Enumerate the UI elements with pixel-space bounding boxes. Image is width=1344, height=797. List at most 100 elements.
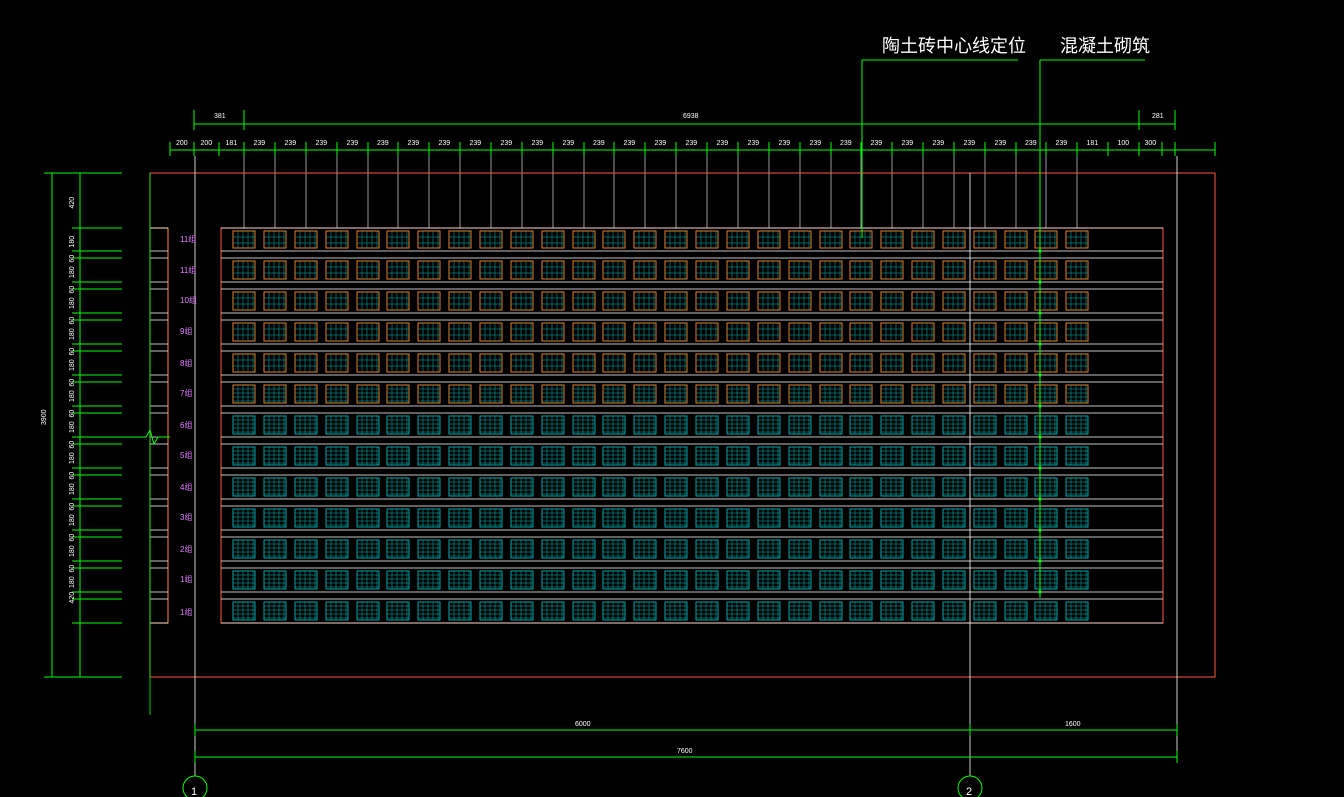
brick-cell: [819, 353, 843, 373]
brick-cell: [1065, 570, 1089, 590]
annotation-clay-brick-centerline: 陶土砖中心线定位: [861, 36, 1026, 238]
brick-cell: [664, 291, 688, 311]
brick-cell: [572, 539, 596, 559]
brick-cell: [602, 446, 626, 466]
brick-cell: [942, 477, 966, 497]
brick-cell: [1065, 477, 1089, 497]
brick-cell: [602, 539, 626, 559]
top-detail-dim-label: 239: [964, 140, 976, 147]
brick-cell: [633, 570, 657, 590]
brick-cell: [973, 601, 997, 621]
brick-cell: [911, 384, 935, 404]
brick-cell: [664, 570, 688, 590]
brick-cell: [880, 322, 904, 342]
brick-cell: [695, 415, 719, 435]
left-detail-dim-label: 60: [69, 410, 76, 418]
left-detail-dim-label: 180: [69, 514, 76, 526]
brick-cell: [973, 446, 997, 466]
brick-cell: [386, 322, 410, 342]
left-side-panel: [149, 227, 169, 624]
brick-cell: [479, 322, 503, 342]
top-detail-dim-label: 239: [995, 140, 1007, 147]
row-label-layer: 11组 11组 10组 9组 8组 7组 6组 5组 4组 3组 2组 1组 1组: [180, 234, 197, 617]
wall-outline-layer: [120, 156, 1216, 776]
brick-cell: [356, 415, 380, 435]
brick-cell: [849, 570, 873, 590]
left-detail-dim-label: 180: [69, 359, 76, 371]
brick-cell: [263, 539, 287, 559]
brick-cell: [788, 291, 812, 311]
brick-cell: [448, 291, 472, 311]
bottom-dimension-group: 6000 1600 7600: [575, 721, 1081, 755]
brick-cell: [541, 291, 565, 311]
left-detail-dim-label: 60: [69, 317, 76, 325]
brick-cell: [695, 539, 719, 559]
brick-cell: [1065, 291, 1089, 311]
brick-cell: [263, 570, 287, 590]
brick-cell: [1034, 322, 1058, 342]
brick-cell: [541, 230, 565, 249]
brick-cell: [973, 415, 997, 435]
brick-cell: [510, 230, 534, 249]
brick-cell: [325, 508, 349, 528]
row-group-label: 1组: [180, 574, 192, 584]
brick-wall-elevation-drawing: 381 6938 281200 200 181 239 239 239 239 239 239 239…: [41, 36, 1216, 797]
brick-cell: [325, 322, 349, 342]
bottom-dim-segment-1: 6000: [575, 721, 591, 728]
brick-cell: [325, 291, 349, 311]
brick-cell: [880, 508, 904, 528]
top-detail-dim-label: 239: [408, 140, 420, 147]
brick-cell: [263, 291, 287, 311]
top-detail-dim-label: 239: [316, 140, 328, 147]
brick-cell: [788, 477, 812, 497]
brick-cell: [602, 291, 626, 311]
brick-cell: [1034, 477, 1058, 497]
brick-cell: [757, 539, 781, 559]
brick-cell: [232, 230, 256, 249]
top-detail-dim-label: 181: [226, 140, 238, 147]
brick-cell: [849, 477, 873, 497]
top-detail-dim-label: 239: [501, 140, 513, 147]
brick-cell: [386, 260, 410, 280]
brick-cell: [294, 291, 318, 311]
brick-cell: [1004, 384, 1028, 404]
brick-cell: [849, 260, 873, 280]
brick-cell: [602, 260, 626, 280]
brick-cell: [819, 446, 843, 466]
brick-cell: [294, 353, 318, 373]
brick-cell: [757, 384, 781, 404]
brick-cell: [510, 539, 534, 559]
row-group-label: 2组: [180, 544, 192, 554]
brick-cell: [695, 322, 719, 342]
brick-cell: [417, 601, 441, 621]
brick-cell: [417, 230, 441, 249]
brick-cell: [911, 539, 935, 559]
brick-cell: [417, 384, 441, 404]
brick-cell: [541, 415, 565, 435]
brick-cell: [572, 353, 596, 373]
brick-cell: [788, 601, 812, 621]
brick-cell: [448, 353, 472, 373]
brick-cell: [788, 415, 812, 435]
brick-cell: [1004, 477, 1028, 497]
brick-cell: [448, 260, 472, 280]
brick-cell: [1004, 291, 1028, 311]
brick-cell: [448, 415, 472, 435]
brick-cell: [572, 291, 596, 311]
brick-cell: [664, 384, 688, 404]
brick-cell: [911, 446, 935, 466]
row-group-label: 5组: [180, 450, 192, 460]
top-detail-dim-label: 239: [871, 140, 883, 147]
brick-cell: [942, 260, 966, 280]
brick-cell: [294, 384, 318, 404]
brick-cell: [1034, 230, 1058, 249]
brick-cell: [1034, 291, 1058, 311]
brick-cell: [880, 415, 904, 435]
top-detail-dim-label: 239: [624, 140, 636, 147]
brick-cell: [541, 477, 565, 497]
brick-cell: [973, 477, 997, 497]
brick-cell: [726, 291, 750, 311]
brick-cell: [942, 446, 966, 466]
left-detail-dim-label: 60: [69, 503, 76, 511]
brick-cell: [356, 353, 380, 373]
